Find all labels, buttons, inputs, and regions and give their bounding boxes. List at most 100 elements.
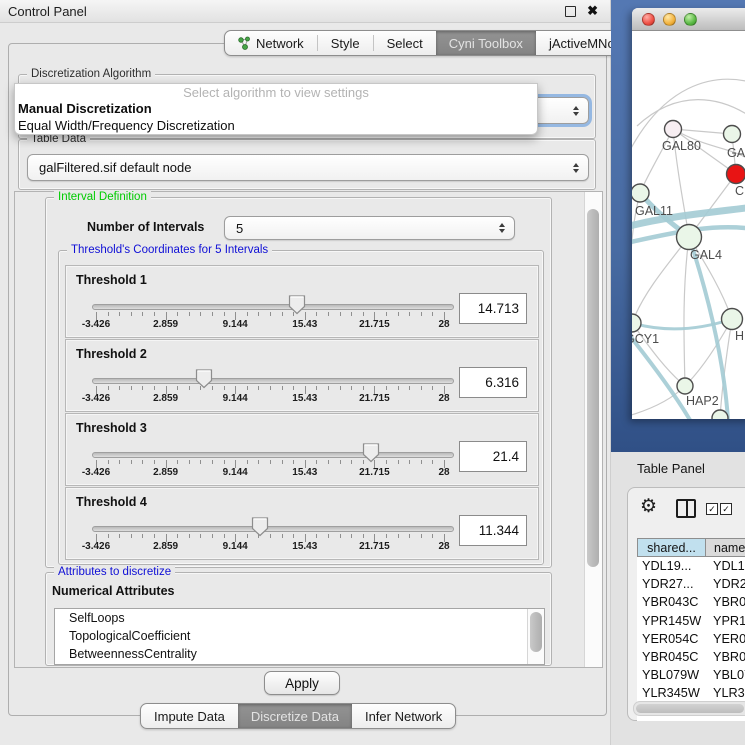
settings-scrollbar-thumb[interactable]	[587, 209, 599, 567]
table-row[interactable]: YLR345WYLR34	[637, 684, 745, 702]
threshold-value-field[interactable]	[459, 293, 527, 324]
slider-tick-labels: -3.4262.8599.14415.4321.71528	[96, 319, 444, 331]
combo-arrows-icon	[573, 163, 579, 173]
algorithm-dropdown-popup: Select algorithm to view settings Manual…	[14, 83, 538, 135]
threshold-panel: Threshold 3-3.4262.8599.14415.4321.71528	[65, 413, 539, 486]
tab-label: Style	[331, 36, 360, 51]
table-row[interactable]: YDL19...YDL19	[637, 557, 745, 575]
threshold-panel: Threshold 1 -3.4262.8599.14415.4321.71528	[65, 265, 539, 338]
attribute-list-item[interactable]: BetweennessCentrality	[55, 645, 544, 663]
column-header-shared-name[interactable]: shared...	[637, 538, 705, 557]
node-label: GAL4	[690, 248, 722, 262]
network-graph: GAL80GACGAL11GAL4GCY1HHAP2	[632, 31, 745, 419]
network-node[interactable]	[632, 314, 641, 332]
apply-button[interactable]: Apply	[264, 671, 340, 695]
threshold-label: Threshold 2	[76, 347, 147, 361]
list-scrollbar-track[interactable]	[527, 609, 544, 664]
tab-label: Discretize Data	[251, 709, 339, 724]
tab-network[interactable]: Network	[225, 31, 317, 55]
threshold-value-field[interactable]	[459, 441, 527, 472]
network-window-titlebar[interactable]	[632, 8, 745, 31]
table-hscrollbar-track[interactable]	[633, 701, 745, 716]
tab-select[interactable]: Select	[374, 31, 436, 55]
table-data-combo[interactable]: galFiltered.sif default node	[27, 154, 589, 181]
float-window-icon[interactable]	[565, 6, 576, 17]
threshold-label: Threshold 1	[76, 273, 147, 287]
dropdown-option[interactable]: Equal Width/Frequency Discretization	[15, 117, 537, 134]
interval-definition-group: Interval Definition Number of Intervals …	[45, 197, 552, 568]
network-canvas[interactable]: GAL80GACGAL11GAL4GCY1HHAP2	[632, 31, 745, 419]
threshold-slider-track[interactable]	[92, 378, 454, 384]
column-header-name[interactable]: name	[705, 538, 745, 557]
tab-infer-network[interactable]: Infer Network	[352, 704, 455, 728]
column-layout-icon[interactable]	[676, 499, 696, 518]
network-node[interactable]	[712, 410, 728, 419]
network-node[interactable]	[677, 378, 693, 394]
node-label: C	[735, 184, 744, 198]
tab-style[interactable]: Style	[318, 31, 373, 55]
threshold-slider-track[interactable]	[92, 452, 454, 458]
threshold-slider-handle[interactable]	[362, 443, 380, 463]
table-hscrollbar-thumb[interactable]	[636, 704, 744, 713]
threshold-slider-track[interactable]	[92, 304, 454, 310]
cell-shared-name: YBL079W	[637, 666, 705, 684]
number-of-intervals-value: 5	[236, 221, 243, 236]
cell-shared-name: YBR045C	[637, 648, 705, 666]
screen: Control Panel ✖ Network Style SelectCyni T…	[0, 0, 745, 745]
tab-discretize-data[interactable]: Discretize Data	[238, 704, 352, 728]
close-traffic-light-icon[interactable]	[642, 13, 655, 26]
list-scrollbar-thumb[interactable]	[530, 612, 542, 652]
node-label: GCY1	[632, 332, 659, 346]
cell-name: YDL19	[705, 557, 745, 575]
cell-shared-name: YDL19...	[637, 557, 705, 575]
checkbox-icon[interactable]: ✓	[706, 503, 718, 515]
table-rows: YDL19...YDL19YDR27...YDR27YBR043CYBR04YP…	[637, 557, 745, 721]
table-header-row: shared...name	[637, 538, 745, 557]
threshold-slider-handle[interactable]	[251, 517, 269, 537]
thresholds-group: Threshold's Coordinates for 5 Intervals …	[58, 250, 544, 565]
network-node[interactable]	[632, 184, 649, 202]
node-label: HAP2	[686, 394, 719, 408]
network-node[interactable]	[724, 126, 741, 143]
gear-icon[interactable]: ⚙	[640, 494, 657, 520]
threshold-value-field[interactable]	[459, 367, 527, 398]
network-node[interactable]	[722, 309, 743, 330]
attribute-list-item[interactable]: TopologicalCoefficient	[55, 627, 544, 645]
checkbox-icon[interactable]: ✓	[720, 503, 732, 515]
close-icon[interactable]: ✖	[587, 3, 598, 19]
table-row[interactable]: YER054CYER05	[637, 630, 745, 648]
table-row[interactable]: YPR145WYPR14	[637, 612, 745, 630]
table-row[interactable]: YBL079WYBL07	[637, 666, 745, 684]
node-label: GAL11	[635, 204, 673, 218]
attributes-group: Attributes to discretize Numerical Attri…	[45, 572, 552, 666]
table-row[interactable]: YBR043CYBR04	[637, 593, 745, 611]
cell-name: YPR14	[705, 612, 745, 630]
threshold-slider-track[interactable]	[92, 526, 454, 532]
table-row[interactable]: YDR27...YDR27	[637, 575, 745, 593]
node-label: GAL80	[662, 139, 701, 153]
zoom-traffic-light-icon[interactable]	[684, 13, 697, 26]
network-node[interactable]	[665, 121, 682, 138]
threshold-slider-handle[interactable]	[288, 295, 306, 315]
threshold-value-field[interactable]	[459, 515, 527, 546]
network-node[interactable]	[677, 225, 702, 250]
tab-impute-data[interactable]: Impute Data	[141, 704, 238, 728]
dropdown-option[interactable]: Manual Discretization	[15, 101, 537, 118]
table-panel: Table Panel ⚙ ✓ ✓ shared...name YDL19...…	[611, 452, 745, 745]
minimize-traffic-light-icon[interactable]	[663, 13, 676, 26]
node-label: GA	[727, 146, 745, 160]
table-data-combo-value: galFiltered.sif default node	[39, 160, 191, 175]
threshold-panel: Threshold 4-3.4262.8599.14415.4321.71528	[65, 487, 539, 560]
number-of-intervals-combo[interactable]: 5	[224, 216, 515, 240]
attribute-list-item[interactable]: SelfLoops	[55, 609, 544, 627]
settings-scrollbar-track[interactable]	[584, 192, 602, 667]
table-data-group: Table Data galFiltered.sif default node	[18, 139, 596, 190]
control-panel-titlebar: Control Panel ✖	[0, 0, 610, 23]
table-row[interactable]: YBR045CYBR04	[637, 648, 745, 666]
cell-shared-name: YBR043C	[637, 593, 705, 611]
numerical-attributes-list: SelfLoopsTopologicalCoefficientBetweenne…	[54, 608, 545, 665]
tab-cyni-toolbox[interactable]: Cyni Toolbox	[436, 31, 536, 55]
network-node[interactable]	[727, 165, 745, 184]
cell-name: YDR27	[705, 575, 745, 593]
threshold-slider-handle[interactable]	[195, 369, 213, 389]
